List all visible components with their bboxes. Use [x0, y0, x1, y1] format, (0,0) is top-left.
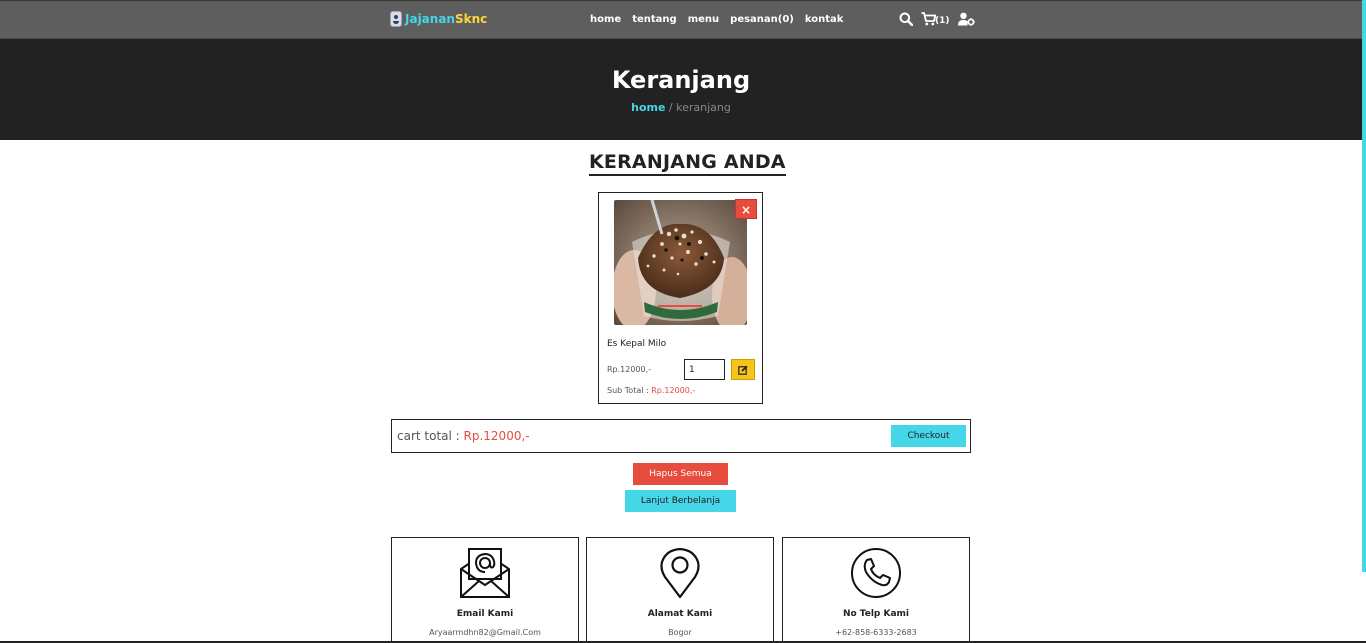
brand-name: JajananSknc: [405, 12, 488, 26]
checkout-button[interactable]: Checkout: [891, 425, 966, 447]
breadcrumb-separator: /: [665, 101, 677, 114]
contact-phone-value: +62-858-6333-2683: [835, 628, 917, 637]
cart-total-box: cart total : Rp.12000,- Checkout: [391, 419, 971, 453]
contact-address-title: Alamat Kami: [647, 609, 713, 619]
continue-shopping-button[interactable]: Lanjut Berbelanja: [625, 490, 736, 512]
nav-menu[interactable]: menu: [688, 14, 719, 25]
nav-kontak[interactable]: kontak: [805, 14, 844, 25]
nav-tentang[interactable]: tentang: [632, 14, 677, 25]
nav-home[interactable]: home: [590, 14, 621, 25]
location-pin-icon: [654, 547, 706, 603]
cart-section-title: KERANJANG ANDA: [589, 151, 786, 176]
contact-address-value: Bogor: [668, 628, 692, 637]
search-icon[interactable]: [899, 12, 913, 26]
cart-total-label: cart total :: [397, 429, 464, 443]
cart-total: cart total : Rp.12000,-: [397, 429, 530, 443]
clear-all-button[interactable]: Hapus Semua: [633, 463, 728, 485]
page-title: Keranjang: [611, 66, 751, 94]
page-hero: Keranjang home / keranjang: [0, 39, 1362, 140]
user-gear-icon[interactable]: [957, 12, 975, 26]
contact-phone-box: No Telp Kami +62-858-6333-2683: [782, 537, 970, 643]
header-icons: (1): [899, 12, 975, 26]
page-scrollbar[interactable]: [1362, 0, 1366, 572]
phone-icon: [850, 547, 902, 603]
cart-icon: [921, 12, 936, 26]
contact-email-title: Email Kami: [456, 609, 514, 619]
item-subtotal: Sub Total : Rp.12000,-: [607, 386, 695, 395]
product-image: [614, 200, 747, 325]
contact-phone-title: No Telp Kami: [842, 609, 910, 619]
contact-email-value: Aryaarmdhn82@Gmail.Com: [429, 628, 541, 637]
contact-email-box: Email Kami Aryaarmdhn82@Gmail.Com: [391, 537, 579, 643]
subtotal-value: Rp.12000,-: [651, 386, 696, 395]
update-quantity-button[interactable]: [731, 359, 755, 380]
breadcrumb-home[interactable]: home: [631, 101, 665, 114]
main-nav: home tentang menu pesanan(0) kontak: [590, 14, 843, 25]
email-icon: [459, 547, 511, 603]
subtotal-label: Sub Total :: [607, 386, 652, 395]
brand-logo[interactable]: JajananSknc: [390, 11, 487, 27]
item-price: Rp.12000,-: [607, 365, 652, 374]
breadcrumb-current: keranjang: [676, 101, 731, 114]
cart-item-card: × Es Kepal Milo Rp.12000,- Sub Total : R…: [598, 192, 763, 404]
cart-button[interactable]: (1): [921, 12, 950, 26]
nav-pesanan[interactable]: pesanan(0): [730, 14, 794, 25]
item-name: Es Kepal Milo: [607, 339, 667, 349]
logo-icon: [390, 11, 402, 27]
cart-total-value: Rp.12000,-: [463, 429, 530, 443]
edit-icon: [738, 360, 748, 379]
top-navbar: JajananSknc home tentang menu pesanan(0)…: [0, 0, 1366, 39]
contact-address-box: Alamat Kami Bogor: [586, 537, 774, 643]
cart-count: (1): [935, 16, 950, 26]
breadcrumb: home / keranjang: [0, 101, 1362, 114]
quantity-input[interactable]: [684, 359, 725, 380]
remove-item-button[interactable]: ×: [735, 199, 757, 219]
